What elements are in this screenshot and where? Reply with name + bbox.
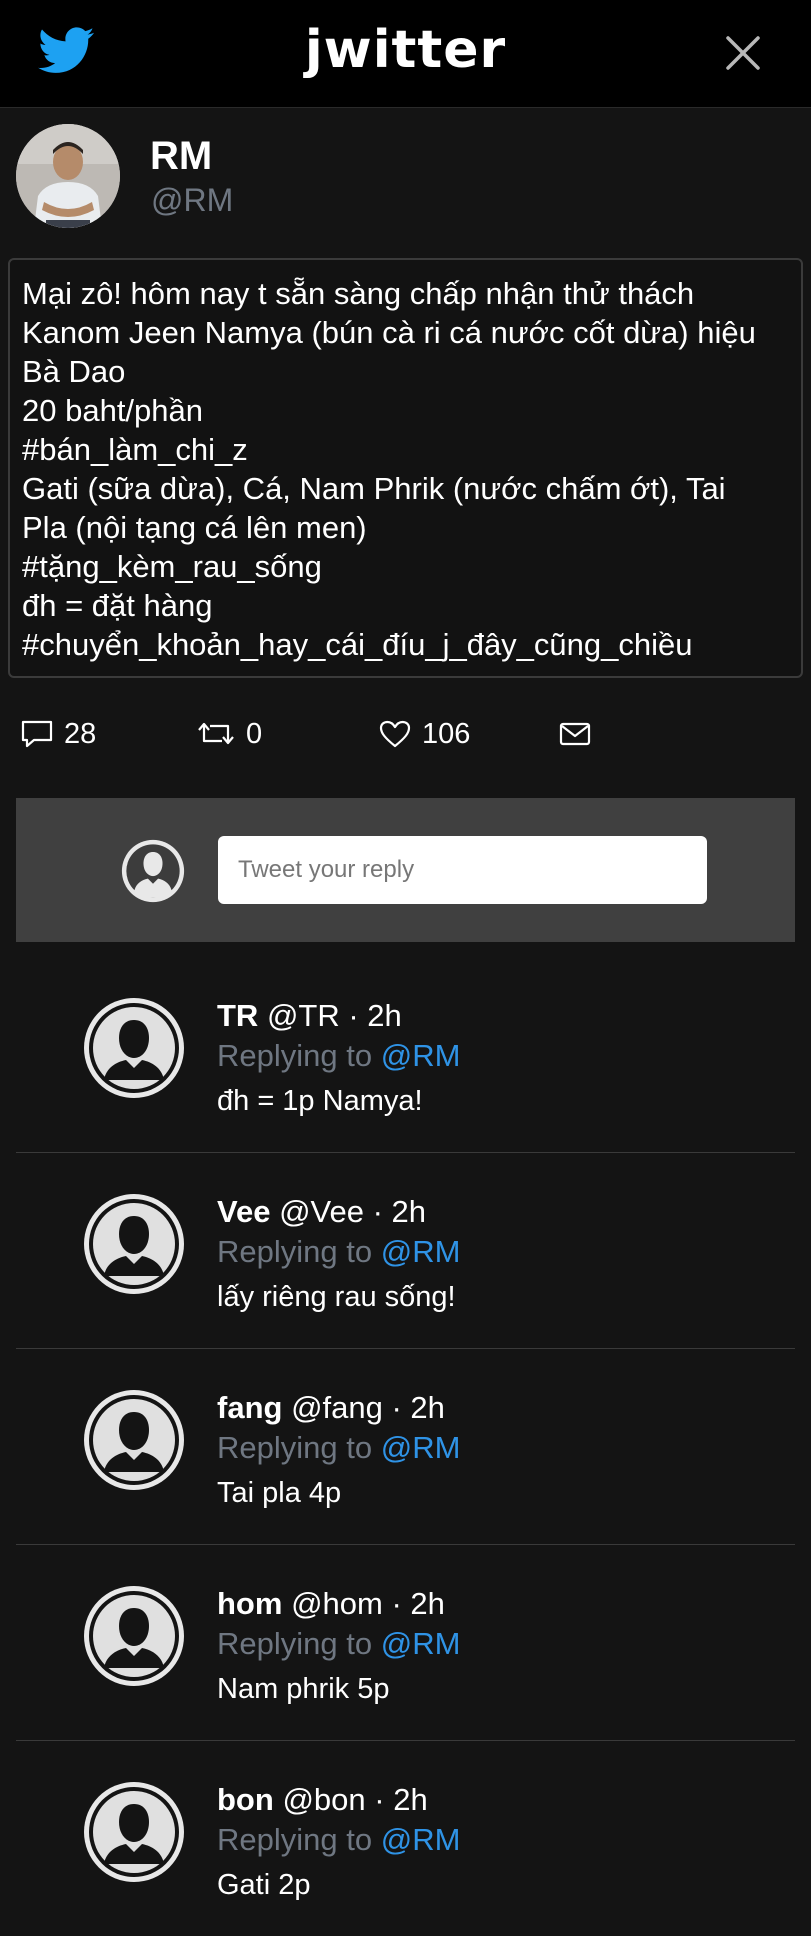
- reply-item[interactable]: hom @hom · 2h Replying to @RM Nam phrik …: [16, 1544, 795, 1740]
- default-avatar-icon[interactable]: [82, 1388, 186, 1492]
- reply-header: Vee @Vee · 2h: [217, 1192, 426, 1232]
- replying-to-label: Replying to: [217, 1626, 373, 1661]
- replying-to: Replying to @RM: [217, 1624, 460, 1664]
- default-avatar-icon[interactable]: [82, 1584, 186, 1688]
- profile-name[interactable]: RM: [150, 132, 212, 180]
- reply-text: lấy riêng rau sống!: [217, 1281, 456, 1313]
- reply-time: · 2h: [391, 1390, 445, 1425]
- tweet-line: Kanom Jeen Namya (bún cà ri cá nước cốt …: [22, 315, 756, 350]
- default-avatar-icon[interactable]: [82, 1192, 186, 1296]
- profile-handle[interactable]: @RM: [151, 180, 233, 220]
- reply-time: · 2h: [374, 1782, 428, 1817]
- mention-link[interactable]: @RM: [381, 1234, 461, 1269]
- replying-to-label: Replying to: [217, 1822, 373, 1857]
- like-button[interactable]: 106: [378, 712, 470, 756]
- replying-to-label: Replying to: [217, 1234, 373, 1269]
- reply-composer: [16, 798, 795, 942]
- reply-author-name[interactable]: hom: [217, 1586, 282, 1621]
- heart-icon: [379, 720, 411, 748]
- reply-author-handle[interactable]: @bon: [282, 1782, 365, 1817]
- reply-text: Tai pla 4p: [217, 1477, 342, 1509]
- mail-icon: [559, 722, 591, 746]
- reply-text: Nam phrik 5p: [217, 1673, 390, 1705]
- profile-photo: [16, 124, 120, 228]
- reply-author-name[interactable]: bon: [217, 1782, 274, 1817]
- mention-link[interactable]: @RM: [381, 1038, 461, 1073]
- reply-item[interactable]: bon @bon · 2h Replying to @RM Gati 2p: [16, 1740, 795, 1936]
- mention-link[interactable]: @RM: [381, 1822, 461, 1857]
- default-avatar-icon[interactable]: [82, 1780, 186, 1884]
- mention-link[interactable]: @RM: [381, 1626, 461, 1661]
- reply-item[interactable]: fang @fang · 2h Replying to @RM Tai pla …: [16, 1348, 795, 1544]
- tweet-actions: 28 0 106: [0, 712, 811, 756]
- comment-icon: [21, 720, 53, 748]
- replying-to: Replying to @RM: [217, 1036, 460, 1076]
- reply-author-name[interactable]: TR: [217, 998, 258, 1033]
- default-avatar-icon: [121, 839, 185, 903]
- reply-text: Gati 2p: [217, 1869, 311, 1901]
- reply-header: bon @bon · 2h: [217, 1780, 428, 1820]
- app-header: jwitter: [0, 0, 811, 108]
- reply-input[interactable]: [218, 836, 707, 904]
- retweet-count: 0: [246, 717, 263, 750]
- message-button[interactable]: [558, 712, 602, 756]
- reply-item[interactable]: TR @TR · 2h Replying to @RM đh = 1p Namy…: [16, 956, 795, 1152]
- app-logo: jwitter: [304, 20, 507, 80]
- tweet-line: Gati (sữa dừa), Cá, Nam Phrik (nước chấm…: [22, 471, 726, 506]
- reply-button[interactable]: 28: [20, 712, 96, 756]
- reply-item[interactable]: Vee @Vee · 2h Replying to @RM lấy riêng …: [16, 1152, 795, 1348]
- reply-time: · 2h: [348, 998, 402, 1033]
- replying-to-label: Replying to: [217, 1430, 373, 1465]
- close-icon[interactable]: [720, 30, 766, 76]
- reply-count: 28: [64, 717, 97, 750]
- reply-header: fang @fang · 2h: [217, 1388, 445, 1428]
- reply-author-name[interactable]: fang: [217, 1390, 282, 1425]
- default-avatar-icon[interactable]: [82, 996, 186, 1100]
- tweet-line: đh = đặt hàng: [22, 588, 213, 623]
- reply-time: · 2h: [391, 1586, 445, 1621]
- reply-author-handle[interactable]: @TR: [267, 998, 340, 1033]
- replying-to: Replying to @RM: [217, 1428, 460, 1468]
- replying-to-label: Replying to: [217, 1038, 373, 1073]
- reply-text: đh = 1p Namya!: [217, 1085, 423, 1117]
- retweet-icon: [198, 722, 234, 745]
- tweet-line: Pla (nội tạng cá lên men): [22, 510, 367, 545]
- reply-header: hom @hom · 2h: [217, 1584, 445, 1624]
- tweet-line: 20 baht/phần: [22, 393, 204, 428]
- reply-author-handle[interactable]: @fang: [291, 1390, 383, 1425]
- mention-link[interactable]: @RM: [381, 1430, 461, 1465]
- tweet-hashtag: #tặng_kèm_rau_sống: [22, 549, 322, 584]
- reply-author-handle[interactable]: @Vee: [279, 1194, 364, 1229]
- tweet-hashtag: #bán_làm_chi_z: [22, 432, 248, 467]
- reply-author-name[interactable]: Vee: [217, 1194, 270, 1229]
- replying-to: Replying to @RM: [217, 1232, 460, 1272]
- retweet-button[interactable]: 0: [196, 712, 262, 756]
- tweet-hashtag: #chuyển_khoản_hay_cái_đíu_j_đây_cũng_chi…: [22, 627, 693, 662]
- reply-time: · 2h: [372, 1194, 427, 1229]
- tweet-line: Bà Dao: [22, 354, 126, 389]
- profile-avatar[interactable]: [16, 124, 120, 228]
- like-count: 106: [422, 717, 471, 750]
- tweet-body: Mại zô! hôm nay t sẵn sàng chấp nhận thử…: [8, 258, 803, 678]
- reply-author-handle[interactable]: @hom: [291, 1586, 383, 1621]
- tweet-line: Mại zô! hôm nay t sẵn sàng chấp nhận thử…: [22, 276, 695, 311]
- replying-to: Replying to @RM: [217, 1820, 460, 1860]
- reply-header: TR @TR · 2h: [217, 996, 402, 1036]
